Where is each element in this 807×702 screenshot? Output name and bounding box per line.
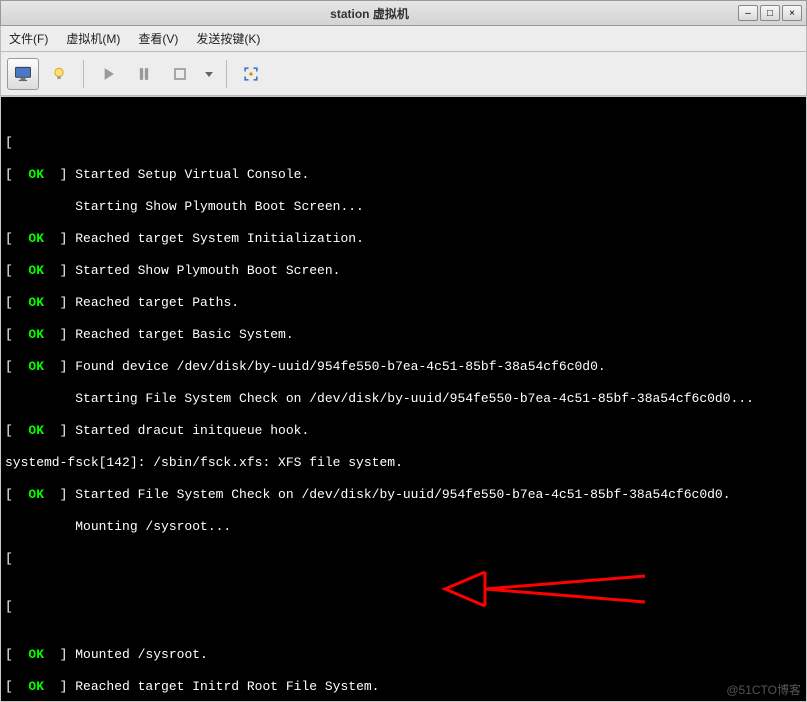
pause-button[interactable] bbox=[128, 58, 160, 90]
term-line: Starting Show Plymouth Boot Screen... bbox=[5, 199, 802, 215]
toolbar-separator bbox=[226, 60, 227, 88]
term-line: [ OK ] Mounted /sysroot. bbox=[5, 647, 802, 663]
fullscreen-icon bbox=[241, 64, 261, 84]
term-line: Starting File System Check on /dev/disk/… bbox=[5, 391, 802, 407]
minimize-button[interactable]: – bbox=[738, 5, 758, 21]
term-line: systemd-fsck[142]: /sbin/fsck.xfs: XFS f… bbox=[5, 455, 802, 471]
term-line: [ OK ] Started Setup Virtual Console. bbox=[5, 167, 802, 183]
menu-bar: 文件(F) 虚拟机(M) 查看(V) 发送按键(K) bbox=[0, 26, 807, 52]
ok-status: OK bbox=[28, 359, 44, 374]
window-controls: – □ × bbox=[738, 5, 806, 21]
term-line: [ OK ] Found device /dev/disk/by-uuid/95… bbox=[5, 359, 802, 375]
term-line: [ bbox=[5, 599, 802, 615]
info-button[interactable] bbox=[43, 58, 75, 90]
ok-status: OK bbox=[28, 167, 44, 182]
term-line: [ OK ] Started File System Check on /dev… bbox=[5, 487, 802, 503]
ok-status: OK bbox=[28, 679, 44, 694]
console-button[interactable] bbox=[7, 58, 39, 90]
ok-status: OK bbox=[28, 487, 44, 502]
fullscreen-button[interactable] bbox=[235, 58, 267, 90]
ok-status: OK bbox=[28, 647, 44, 662]
run-button[interactable] bbox=[92, 58, 124, 90]
ok-status: OK bbox=[28, 263, 44, 278]
pause-icon bbox=[134, 64, 154, 84]
ok-status: OK bbox=[28, 295, 44, 310]
ok-status: OK bbox=[28, 231, 44, 246]
bulb-icon bbox=[49, 64, 69, 84]
menu-view[interactable]: 查看(V) bbox=[138, 30, 178, 47]
term-line: [ OK ] Reached target Basic System. bbox=[5, 327, 802, 343]
term-line: [ OK ] Reached target Initrd Root File S… bbox=[5, 679, 802, 695]
term-line: [ OK ] Started dracut initqueue hook. bbox=[5, 423, 802, 439]
monitor-icon bbox=[13, 64, 33, 84]
power-icon bbox=[170, 64, 190, 84]
watermark: @51CTO博客 bbox=[726, 681, 801, 698]
menu-sendkey[interactable]: 发送按键(K) bbox=[196, 30, 260, 47]
menu-file[interactable]: 文件(F) bbox=[9, 30, 48, 47]
term-line: [ bbox=[5, 135, 802, 151]
maximize-button[interactable]: □ bbox=[760, 5, 780, 21]
window-titlebar: station 虚拟机 – □ × bbox=[0, 0, 807, 26]
term-line: [ OK ] Reached target System Initializat… bbox=[5, 231, 802, 247]
shutdown-button[interactable] bbox=[164, 58, 196, 90]
term-line: [ bbox=[5, 551, 802, 567]
term-line: Mounting /sysroot... bbox=[5, 519, 802, 535]
term-line: [ OK ] Started Show Plymouth Boot Screen… bbox=[5, 263, 802, 279]
toolbar-separator bbox=[83, 60, 84, 88]
play-icon bbox=[98, 64, 118, 84]
menu-vm[interactable]: 虚拟机(M) bbox=[66, 30, 120, 47]
ok-status: OK bbox=[28, 423, 44, 438]
term-line: [ OK ] Reached target Paths. bbox=[5, 295, 802, 311]
chevron-down-icon bbox=[204, 69, 214, 79]
ok-status: OK bbox=[28, 327, 44, 342]
toolbar bbox=[0, 52, 807, 96]
dropdown-button[interactable] bbox=[200, 58, 218, 90]
close-button[interactable]: × bbox=[782, 5, 802, 21]
window-title: station 虚拟机 bbox=[1, 5, 738, 22]
terminal-output[interactable]: [ [ OK ] Started Setup Virtual Console. … bbox=[1, 97, 806, 701]
